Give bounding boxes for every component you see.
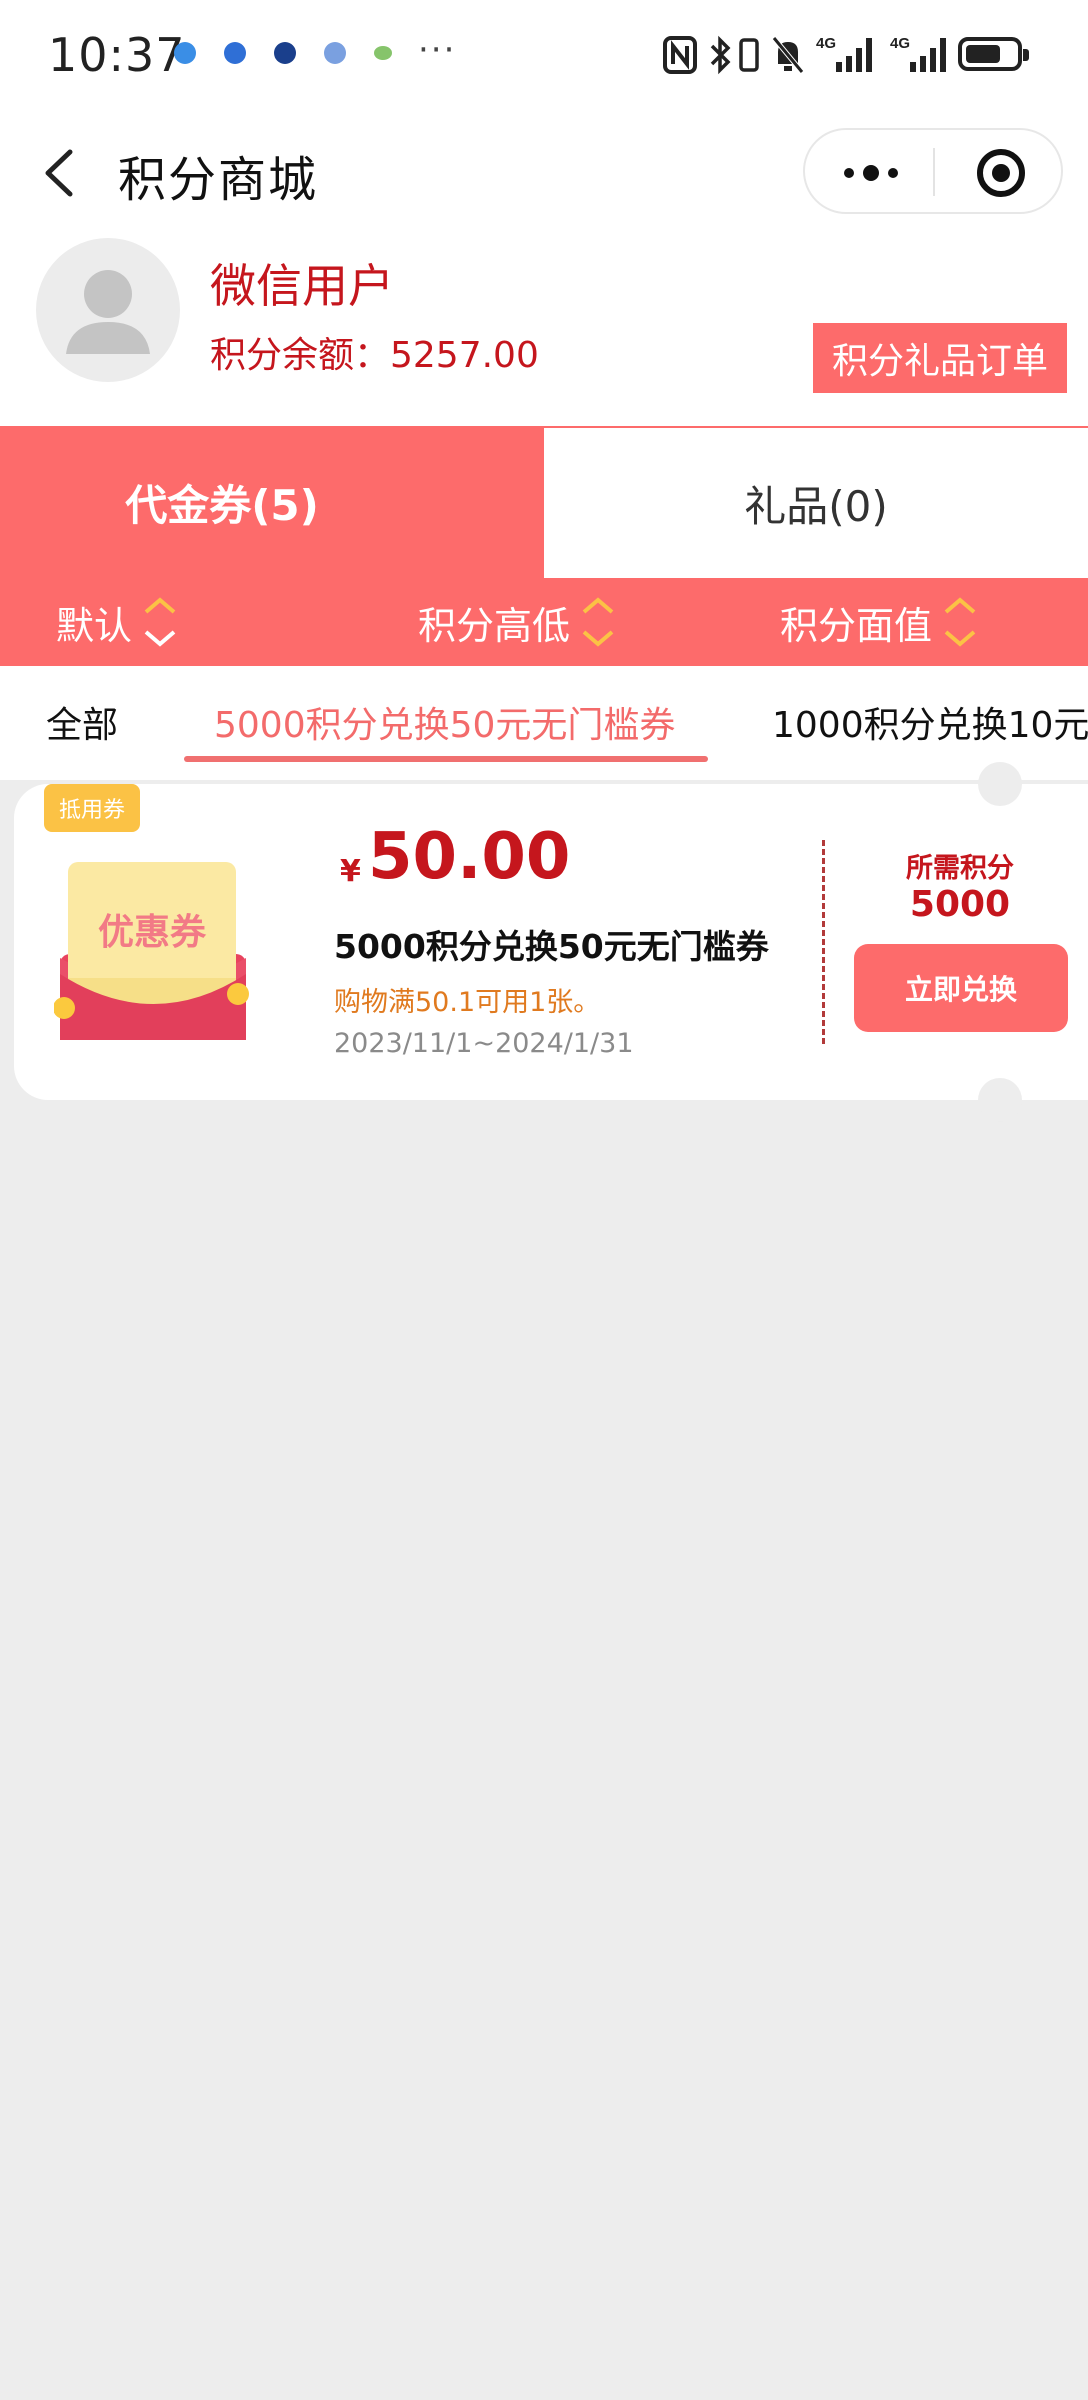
- mini-program-capsule: [803, 128, 1063, 214]
- capsule-divider: [933, 148, 935, 196]
- filter-1000-points[interactable]: 1000积分兑换10元: [772, 696, 1088, 748]
- coupon-image: 优惠券: [54, 862, 249, 1040]
- tab-vouchers[interactable]: 代金券(5): [0, 426, 544, 578]
- bluetooth-icon: [710, 35, 731, 75]
- status-time: 10:37: [48, 28, 186, 82]
- coupon-image-text: 优惠券: [98, 912, 207, 953]
- page-title: 积分商城: [118, 152, 319, 208]
- card-notch: [978, 1078, 1022, 1122]
- coupon-condition: 购物满50.1可用1张。: [334, 987, 601, 1018]
- currency-symbol: ¥: [340, 854, 361, 889]
- coupon-type-tag: 抵用券: [44, 784, 140, 832]
- mute-bell-icon: [772, 36, 804, 74]
- sort-default-label: 默认: [56, 603, 133, 648]
- redeem-button[interactable]: 立即兑换: [854, 944, 1068, 1032]
- sort-points[interactable]: 积分高低: [418, 590, 616, 654]
- sort-face-value[interactable]: 积分面值: [780, 590, 978, 654]
- sort-arrows-icon: [944, 597, 976, 647]
- coupon-name: 5000积分兑换50元无门槛券: [334, 927, 769, 966]
- sort-arrows-icon: [582, 597, 614, 647]
- app-notification-icon: [324, 42, 346, 64]
- signal-4g-icon: 4G: [816, 35, 872, 72]
- active-filter-underline: [184, 756, 708, 762]
- gift-orders-button[interactable]: 积分礼品订单: [813, 323, 1067, 393]
- card-notch: [978, 762, 1022, 806]
- close-mini-program-icon[interactable]: [975, 147, 1027, 199]
- coupon-amount: 50.00: [368, 820, 571, 894]
- signal-4g-icon: 4G: [890, 35, 946, 72]
- user-name: 微信用户: [210, 259, 394, 313]
- sort-face-value-label: 积分面值: [780, 603, 933, 648]
- vibrate-icon: [739, 38, 759, 72]
- filter-all[interactable]: 全部: [46, 696, 118, 748]
- sort-arrows-icon: [144, 597, 176, 647]
- sort-points-label: 积分高低: [418, 603, 571, 648]
- app-notification-icon: [224, 42, 246, 64]
- required-points-label: 所需积分: [906, 853, 1014, 884]
- app-notification-icon: [274, 42, 296, 64]
- points-balance: 积分余额：5257.00: [210, 335, 539, 376]
- avatar[interactable]: [36, 238, 180, 382]
- svg-text:4G: 4G: [890, 35, 910, 52]
- more-options-icon[interactable]: [841, 158, 901, 188]
- required-points-value: 5000: [909, 884, 1011, 925]
- nfc-icon: [663, 36, 697, 74]
- coupon-validity: 2023/11/1~2024/1/31: [334, 1028, 634, 1059]
- coupon-divider: [822, 840, 825, 1044]
- app-notification-icon: [174, 42, 196, 64]
- back-arrow-icon[interactable]: [40, 148, 80, 198]
- default-user-icon: [66, 270, 150, 354]
- svg-text:4G: 4G: [816, 35, 836, 52]
- battery-icon: [958, 37, 1029, 71]
- tab-gifts[interactable]: 礼品(0): [544, 426, 1088, 578]
- more-notifications-indicator: ···: [418, 30, 457, 70]
- sort-default[interactable]: 默认: [56, 590, 178, 654]
- filter-5000-points[interactable]: 5000积分兑换50元无门槛券: [214, 696, 675, 748]
- app-notification-icon: [374, 46, 392, 60]
